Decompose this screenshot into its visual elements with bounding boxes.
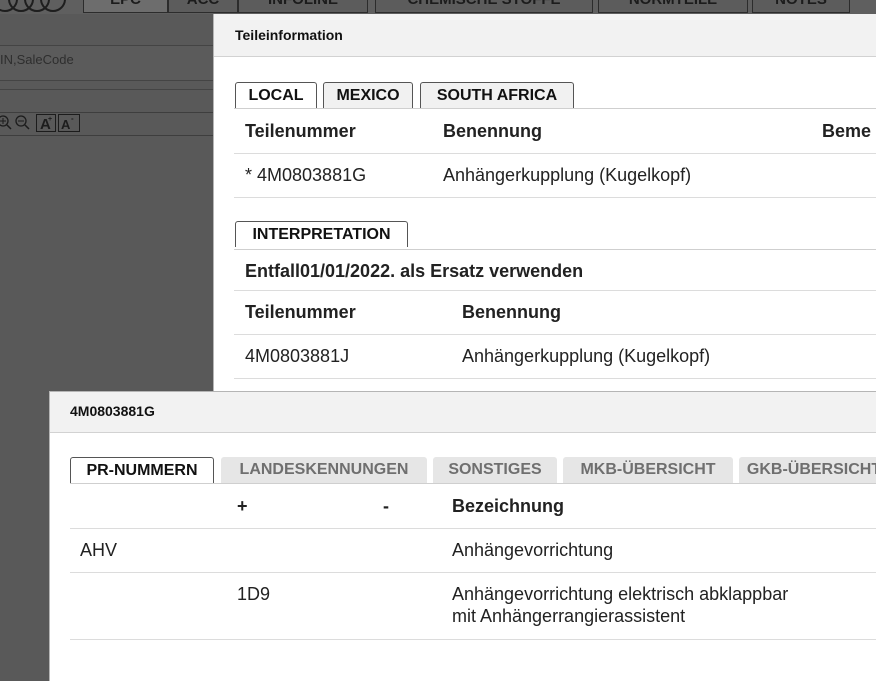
tab-gkb-uebersicht[interactable]: GKB-ÜBERSICHT <box>739 457 876 483</box>
row-divider <box>70 639 876 640</box>
row-divider <box>234 334 876 335</box>
column-header-plus: + <box>237 496 248 516</box>
pr-family-cell: AHV <box>80 540 118 560</box>
row-divider <box>70 528 876 529</box>
tab-pr-nummern[interactable]: PR-NUMMERN <box>70 457 214 483</box>
column-header-minus: - <box>383 496 389 516</box>
interpretation-note: Entfall01/01/2022. als Ersatz verwenden <box>245 261 584 281</box>
top-tab-infoline[interactable]: INFOLINE <box>238 0 368 13</box>
top-tab-acc[interactable]: ACC <box>168 0 238 13</box>
row-divider <box>70 572 876 573</box>
column-header-benennung: Benennung <box>443 121 542 141</box>
pr-description-cell: Anhängevorrichtung <box>452 540 614 560</box>
tab-mkb-uebersicht[interactable]: MKB-ÜBERSICHT <box>563 457 733 483</box>
font-increase-icon[interactable]: A + <box>36 114 56 133</box>
parts-info-dialog: Teileinformation LOCAL MEXICO SOUTH AFRI… <box>213 14 876 392</box>
view-toolbar <box>0 112 214 136</box>
row-divider <box>234 290 876 291</box>
svg-text:+: + <box>48 116 52 123</box>
pr-description-cell-line2: mit Anhängerrangierassistent <box>452 606 686 626</box>
vin-salecode-placeholder: IN,SaleCode <box>0 52 74 67</box>
brand-logo <box>0 0 66 16</box>
tab-baseline <box>234 108 876 109</box>
row-divider <box>234 197 876 198</box>
part-number-cell[interactable]: * 4M0803881G <box>245 165 366 186</box>
zoom-in-icon[interactable] <box>0 114 12 132</box>
tab-baseline <box>70 483 876 484</box>
pr-description-cell: Anhängevorrichtung elektrisch abklappbar <box>452 584 789 604</box>
divider <box>0 89 214 90</box>
top-tab-epc[interactable]: EPC <box>83 0 168 13</box>
tab-landeskennungen[interactable]: LANDESKENNUNGEN <box>221 457 427 483</box>
tab-local[interactable]: LOCAL <box>235 82 317 108</box>
row-divider <box>234 153 876 154</box>
pr-plus-cell: 1D9 <box>237 584 271 604</box>
dialog-title: Teileinformation <box>214 14 876 57</box>
column-header-benennung: Benennung <box>462 302 561 322</box>
row-divider <box>234 378 876 379</box>
font-decrease-icon[interactable]: A- <box>58 114 80 132</box>
zoom-out-icon[interactable] <box>13 114 31 132</box>
tab-interpretation[interactable]: INTERPRETATION <box>235 221 408 247</box>
column-header-teilenummer: Teilenummer <box>245 302 356 322</box>
column-header-teilenummer: Teilenummer <box>245 121 356 141</box>
tab-south-africa[interactable]: SOUTH AFRICA <box>420 82 574 108</box>
top-tab-notes[interactable]: NOTES <box>752 0 850 13</box>
svg-text:-: - <box>71 114 74 123</box>
pr-numbers-dialog: 4M0803881G PR-NUMMERN LANDESKENNUNGEN SO… <box>49 391 876 681</box>
svg-text:A: A <box>61 117 71 132</box>
column-header-bezeichnung: Bezeichnung <box>452 496 565 516</box>
top-tab-normteile[interactable]: NORMTEILE <box>598 0 748 13</box>
tab-sonstiges[interactable]: SONSTIGES <box>433 457 557 483</box>
replacement-part-number-cell[interactable]: 4M0803881J <box>245 346 349 367</box>
column-header-bemerkung: Beme <box>822 121 872 141</box>
part-name-cell: Anhängerkupplung (Kugelkopf) <box>443 165 692 185</box>
top-tab-chemische-stoffe[interactable]: CHEMISCHE STOFFE <box>375 0 593 13</box>
replacement-part-name-cell: Anhängerkupplung (Kugelkopf) <box>462 346 711 366</box>
tab-mexico[interactable]: MEXICO <box>323 82 413 108</box>
dialog-title: 4M0803881G <box>50 392 876 433</box>
tab-baseline <box>234 249 876 250</box>
